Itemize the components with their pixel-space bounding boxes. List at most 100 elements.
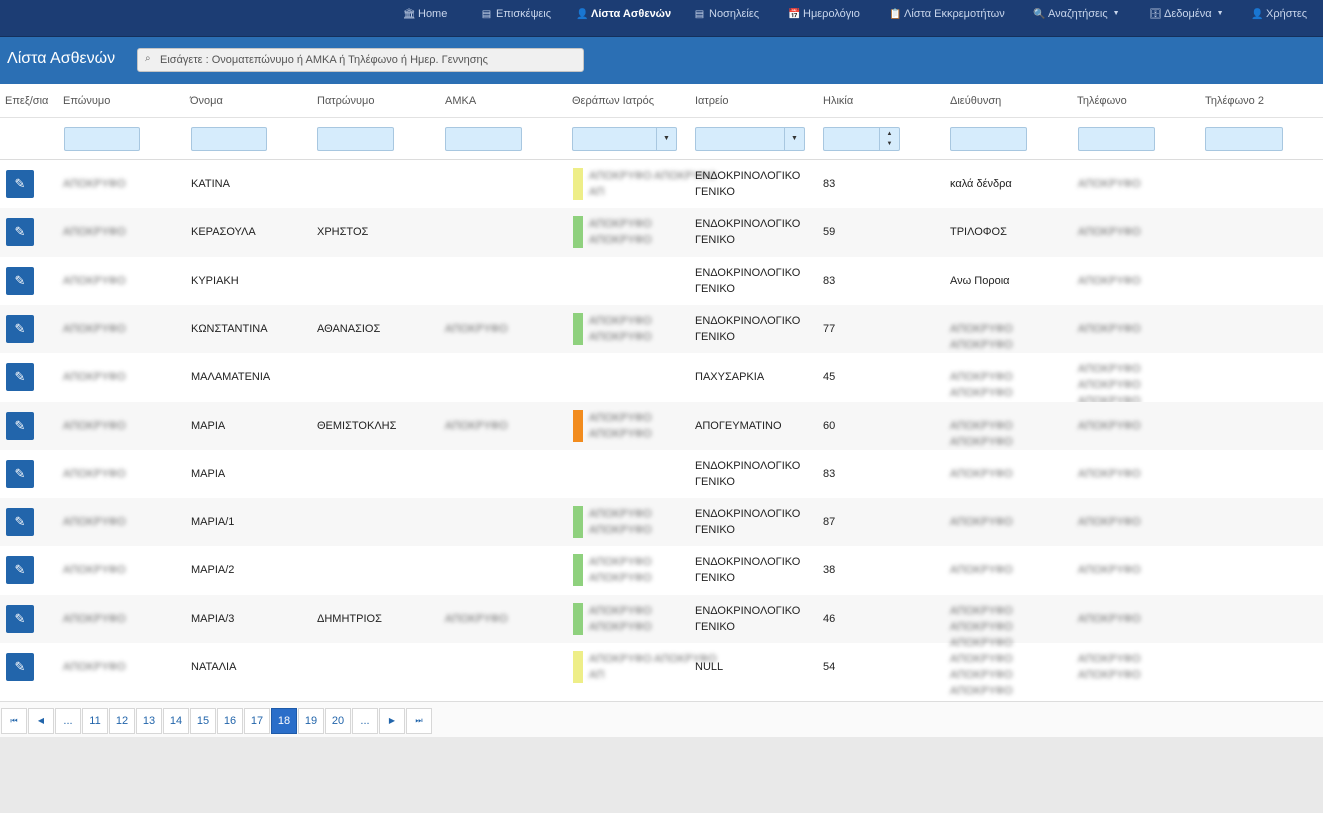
column-header[interactable]: Θεράπων Ιατρός <box>572 95 654 107</box>
edit-button[interactable]: ✎ <box>6 508 34 537</box>
column-header[interactable]: Ιατρείο <box>695 95 728 107</box>
edit-button[interactable]: ✎ <box>6 170 34 198</box>
table-row[interactable]: ✎ ΑΠΟΚΡΥΦΟ ΚΥΡΙΑΚΗ ΕΝΔΟΚΡΙΝΟΛΟΓΙΚΟ ΓΕΝΙΚΟ 83… <box>0 257 1323 305</box>
filter-input[interactable] <box>317 127 394 151</box>
cell-surname: ΑΠΟΚΡΥΦΟ <box>63 564 126 577</box>
grid-filter-row: ▼ ▼ ▲ ▼ <box>0 118 1323 160</box>
page-button[interactable]: 20 <box>325 708 351 734</box>
nav-item-8[interactable]: 👤 Χρήστες <box>1251 0 1307 30</box>
table-row[interactable]: ✎ ΑΠΟΚΡΥΦΟ ΚΑΤΙΝΑ ΑΠΟΚΡΥΦΟ ΑΠΟΚΡΥΦΟ ΑΠ ΕΝΔΟΚΡ… <box>0 160 1323 208</box>
filter-input[interactable] <box>1078 127 1155 151</box>
last-page-icon[interactable]: ⏭ <box>406 708 432 734</box>
filter-input[interactable] <box>64 127 140 151</box>
column-header[interactable]: Τηλέφωνο <box>1077 95 1127 107</box>
edit-button[interactable]: ✎ <box>6 556 34 585</box>
column-header[interactable]: Επώνυμο <box>63 95 110 107</box>
cell-doctor-line2: ΑΠ <box>589 186 605 198</box>
cell-age: 60 <box>823 419 836 432</box>
nav-item-3[interactable]: ▤ Νοσηλείες <box>694 0 759 30</box>
column-header[interactable]: Επεξ/σια <box>5 95 48 107</box>
cell-amka: ΑΠΟΚΡΥΦΟ <box>445 322 508 335</box>
page-button[interactable]: 15 <box>190 708 216 734</box>
first-page-icon[interactable]: ⏮ <box>1 708 27 734</box>
page-button[interactable]: 11 <box>82 708 108 734</box>
cell-doctor-line1: ΑΠΟΚΡΥΦΟ <box>589 411 652 424</box>
nav-item-label: Χρήστες <box>1266 8 1308 20</box>
page-button[interactable]: 19 <box>298 708 324 734</box>
pencil-icon: ✎ <box>14 659 26 674</box>
edit-button[interactable]: ✎ <box>6 604 34 633</box>
page-button[interactable]: ... <box>352 708 378 734</box>
table-row[interactable]: ✎ ΑΠΟΚΡΥΦΟ ΜΑΡΙΑ ΕΝΔΟΚΡΙΝΟΛΟΓΙΚΟ ΓΕΝΙΚΟ 83 ΑΠ… <box>0 450 1323 498</box>
cell-doctor-line1: ΑΠΟΚΡΥΦΟ <box>589 314 652 327</box>
pencil-icon: ✎ <box>14 320 26 336</box>
page-button[interactable]: 17 <box>244 708 270 734</box>
filter-number-input[interactable]: ▲ ▼ <box>823 127 900 151</box>
column-header[interactable]: Πατρώνυμο <box>317 95 374 107</box>
page-button[interactable]: 16 <box>217 708 243 734</box>
nav-item-7[interactable]: 🗄 Δεδομένα ▼ <box>1149 0 1224 30</box>
edit-button[interactable]: ✎ <box>6 266 34 295</box>
cell-phone: ΑΠΟΚΡΥΦΟ <box>1078 516 1141 529</box>
chevron-down-icon[interactable]: ▼ <box>656 128 676 150</box>
table-row[interactable]: ✎ ΑΠΟΚΡΥΦΟ ΜΑΡΙΑ/1 ΑΠΟΚΡΥΦΟ ΑΠΟΚΡΥΦΟ ΕΝΔΟΚΡΙΝ… <box>0 498 1323 547</box>
table-row[interactable]: ✎ ΑΠΟΚΡΥΦΟ ΝΑΤΑΛΙΑ ΑΠΟΚΡΥΦΟ ΑΠΟΚΡΥΦΟ ΑΠ NULL 5… <box>0 643 1323 697</box>
page-button[interactable]: 13 <box>136 708 162 734</box>
table-row[interactable]: ✎ ΑΠΟΚΡΥΦΟ ΜΑΡΙΑ ΘΕΜΙΣΤΟΚΛΗΣ ΑΠΟΚΡΥΦΟ ΑΠΟΚΡΥΦ… <box>0 401 1323 450</box>
edit-button[interactable]: ✎ <box>6 363 34 392</box>
cell-surname: ΑΠΟΚΡΥΦΟ <box>63 516 126 529</box>
cell-surname: ΑΠΟΚΡΥΦΟ <box>63 178 126 190</box>
nav-item-2[interactable]: 👤 Λίστα Ασθενών <box>576 0 671 30</box>
cell-name: ΝΑΤΑΛΙΑ <box>191 661 237 673</box>
table-row[interactable]: ✎ ΑΠΟΚΡΥΦΟ ΚΕΡΑΣΟΥΛΑ ΧΡΗΣΤΟΣ ΑΠΟΚΡΥΦΟ ΑΠΟΚΡΥΦ… <box>0 208 1323 257</box>
page-button[interactable]: ... <box>55 708 81 734</box>
nav-item-4[interactable]: 📅 Ημερολόγιο <box>788 0 860 30</box>
filter-dropdown[interactable]: ▼ <box>572 127 677 151</box>
column-header[interactable]: Όνομα <box>190 95 223 107</box>
edit-button[interactable]: ✎ <box>6 653 34 681</box>
filter-input[interactable] <box>950 127 1027 151</box>
cell-doctor-line2: ΑΠΟΚΡΥΦΟ <box>589 524 652 537</box>
doctor-color-tag <box>573 554 583 587</box>
edit-button[interactable]: ✎ <box>6 314 34 343</box>
pencil-icon: ✎ <box>14 272 26 288</box>
column-header[interactable]: ΑΜΚΑ <box>445 95 476 107</box>
filter-input[interactable] <box>1205 127 1283 151</box>
filter-input[interactable] <box>445 127 522 151</box>
table-row[interactable]: ✎ ΑΠΟΚΡΥΦΟ ΜΑΡΙΑ/2 ΑΠΟΚΡΥΦΟ ΑΠΟΚΡΥΦΟ ΕΝΔΟΚΡΙΝ… <box>0 546 1323 594</box>
nav-item-5[interactable]: 📋 Λίστα Εκκρεμοτήτων <box>889 0 1005 30</box>
patient-search-input[interactable] <box>160 51 578 69</box>
cell-doctor-line1: ΑΠΟΚΡΥΦΟ <box>589 604 652 617</box>
column-header[interactable]: Τηλέφωνο 2 <box>1205 95 1264 107</box>
chevron-down-icon[interactable]: ▼ <box>784 128 804 150</box>
filter-dropdown[interactable]: ▼ <box>695 127 805 151</box>
cell-age: 77 <box>823 322 836 335</box>
next-page-icon[interactable]: ▶ <box>379 708 405 734</box>
table-row[interactable]: ✎ ΑΠΟΚΡΥΦΟ ΜΑΡΙΑ/3 ΔΗΜΗΤΡΙΟΣ ΑΠΟΚΡΥΦΟ ΑΠΟΚΡΥΦ… <box>0 594 1323 649</box>
edit-button[interactable]: ✎ <box>6 218 34 247</box>
top-navbar: 🏛 Home ▤ Επισκέψεις 👤 Λίστα Ασθενών ▤ Νοσηλείες… <box>0 0 1323 37</box>
patient-search[interactable]: ⌕ <box>137 48 584 72</box>
column-header[interactable]: Διεύθυνση <box>950 95 1001 107</box>
filter-input[interactable] <box>191 127 267 151</box>
table-row[interactable]: ✎ ΑΠΟΚΡΥΦΟ ΚΩΝΣΤΑΝΤΙΝΑ ΑΘΑΝΑΣΙΟΣ ΑΠΟΚΡΥΦΟ ΑΠΟ… <box>0 304 1323 354</box>
nav-item-0[interactable]: 🏛 Home <box>403 0 447 30</box>
prev-page-icon[interactable]: ◀ <box>28 708 54 734</box>
edit-button[interactable]: ✎ <box>6 459 34 488</box>
cell-phone: ΑΠΟΚΡΥΦΟ ΑΠΟΚΡΥΦΟ <box>1078 653 1141 681</box>
patient-grid: Επεξ/σια Επώνυμο Όνομα Πατρώνυμο ΑΜΚΑ Θεράπων… <box>0 84 1323 701</box>
page-button[interactable]: 14 <box>163 708 189 734</box>
doctor-color-tag <box>573 312 583 345</box>
cell-clinic: ΕΝΔΟΚΡΙΝΟΛΟΓΙΚΟ ΓΕΝΙΚΟ <box>695 604 801 633</box>
nav-item-label: Λίστα Εκκρεμοτήτων <box>904 8 1005 20</box>
page-button[interactable]: 12 <box>109 708 135 734</box>
cell-father-name: ΑΘΑΝΑΣΙΟΣ <box>317 322 381 335</box>
table-row[interactable]: ✎ ΑΠΟΚΡΥΦΟ ΜΑΛΑΜΑΤΕΝΙΑ ΠΑΧΥΣΑΡΚΙΑ 45 ΑΠΟΚΡΥΦΟ… <box>0 353 1323 407</box>
spinner-arrows-icon[interactable]: ▲ ▼ <box>879 128 899 150</box>
edit-button[interactable]: ✎ <box>6 411 34 440</box>
page-button[interactable]: 18 <box>271 708 297 734</box>
column-header[interactable]: Ηλικία <box>823 95 853 107</box>
nav-item-6[interactable]: 🔍 Αναζητήσεις ▼ <box>1033 0 1120 30</box>
nav-item-1[interactable]: ▤ Επισκέψεις <box>481 0 551 30</box>
cell-doctor-line1: ΑΠΟΚΡΥΦΟ <box>589 218 652 231</box>
